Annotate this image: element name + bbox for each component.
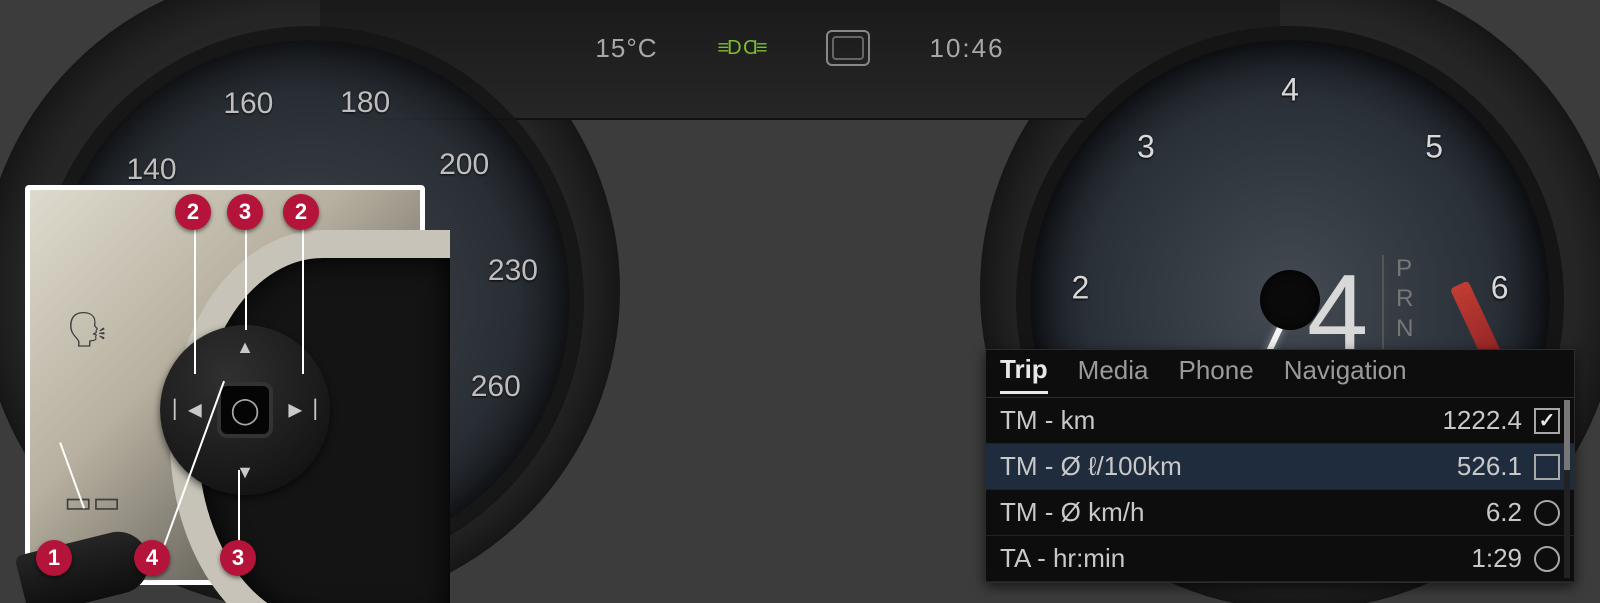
leader-3a	[245, 222, 247, 330]
sel-p: P	[1396, 255, 1430, 283]
tach-tick-3: 3	[1137, 129, 1155, 166]
callout-1: 1	[36, 540, 72, 576]
driver-alert-icon	[826, 30, 870, 66]
callout-2b: 2	[283, 194, 319, 230]
dpad-confirm-icon: ◯	[217, 382, 273, 438]
app-menu-icon: ▭▭	[64, 485, 121, 520]
trip-row-1[interactable]: TM - Ø ℓ/100km526.1	[986, 444, 1574, 490]
trip-app-menu[interactable]: Trip Media Phone Navigation TM - km1222.…	[985, 349, 1575, 583]
trip-row-label: TM - km	[1000, 405, 1432, 436]
checkbox-marker[interactable]	[1534, 454, 1560, 480]
trip-row-2[interactable]: TM - Ø km/h6.2	[986, 490, 1574, 536]
sel-r: R	[1396, 285, 1430, 313]
tab-phone[interactable]: Phone	[1179, 355, 1254, 392]
speed-tick-180: 180	[340, 86, 390, 120]
speed-tick-140: 140	[127, 153, 177, 187]
callout-2: 2	[175, 194, 211, 230]
leader-2b	[302, 222, 304, 374]
tach-tick-6: 6	[1491, 269, 1509, 306]
speed-tick-160: 160	[223, 87, 273, 121]
callout-3: 3	[227, 194, 263, 230]
trip-row-label: TA - hr:min	[1000, 543, 1432, 574]
tab-navigation[interactable]: Navigation	[1284, 355, 1407, 392]
outside-temperature: 15°C	[595, 33, 657, 64]
instrument-cluster-diagram: 15°C ≡D Ɑ≡ 10:46 80100120140160180200230…	[0, 0, 1600, 603]
keypad-dpad: ▲ ▼ ▏◀ ▶▕ ◯	[160, 325, 330, 495]
dpad-right-icon: ▶▕	[288, 400, 316, 421]
callout-4: 4	[134, 540, 170, 576]
trip-row-label: TM - Ø ℓ/100km	[1000, 451, 1432, 482]
scrollbar[interactable]	[1564, 400, 1570, 578]
trip-tab-bar[interactable]: Trip Media Phone Navigation	[986, 350, 1574, 398]
tach-tick-4: 4	[1281, 72, 1299, 109]
trip-row-value: 6.2	[1432, 497, 1522, 528]
trip-row-label: TM - Ø km/h	[1000, 497, 1432, 528]
sel-n: N	[1396, 315, 1430, 343]
trip-row-value: 1222.4	[1432, 405, 1522, 436]
headlights-on-icon: ≡D Ɑ≡	[718, 37, 766, 60]
dpad-left-icon: ▏◀	[174, 400, 202, 421]
leader-2a	[194, 222, 196, 374]
tab-trip[interactable]: Trip	[1000, 354, 1048, 394]
trip-row-0[interactable]: TM - km1222.4	[986, 398, 1574, 444]
callout-3b: 3	[220, 540, 256, 576]
tach-tick-5: 5	[1425, 129, 1443, 166]
steering-keypad-inset: 🗣 ▭▭ ▲ ▼ ▏◀ ▶▕ ◯ 2 3 2 1 4 3	[25, 185, 425, 585]
trip-row-value: 1:29	[1432, 543, 1522, 574]
checkbox-marker[interactable]	[1534, 408, 1560, 434]
trip-row-value: 526.1	[1432, 451, 1522, 482]
speed-tick-260: 260	[471, 370, 521, 404]
tach-tick-2: 2	[1071, 269, 1089, 306]
radio-marker[interactable]	[1534, 546, 1560, 572]
tab-media[interactable]: Media	[1078, 355, 1149, 392]
radio-marker[interactable]	[1534, 500, 1560, 526]
speed-tick-200: 200	[439, 148, 489, 182]
dpad-up-icon: ▲	[236, 337, 254, 358]
trip-row-3[interactable]: TA - hr:min1:29	[986, 536, 1574, 582]
voice-control-icon: 🗣	[66, 310, 109, 350]
speed-tick-230: 230	[488, 254, 538, 288]
clock: 10:46	[930, 33, 1005, 64]
